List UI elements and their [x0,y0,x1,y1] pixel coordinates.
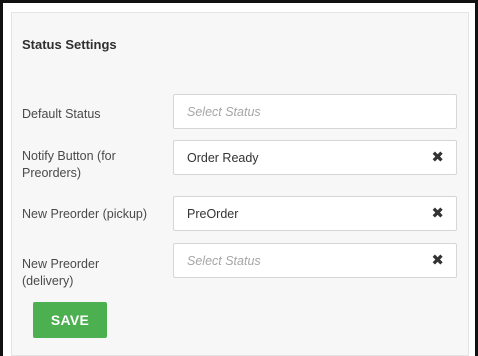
notify-button-label: Notify Button (for Preorders) [22,149,116,180]
save-button[interactable]: SAVE [33,302,107,338]
new-preorder-delivery-label: New Preorder (delivery) [22,257,100,288]
panel-title: Status Settings [22,37,117,52]
default-status-select[interactable]: Select Status [173,94,457,129]
notify-button-select[interactable]: Order Ready ✖ [173,140,457,175]
default-status-placeholder: Select Status [187,105,261,119]
new-preorder-delivery-select[interactable]: Select Status ✖ [173,243,457,278]
new-preorder-pickup-label: New Preorder (pickup) [22,207,148,221]
close-icon[interactable]: ✖ [431,150,444,165]
notify-button-value: Order Ready [187,151,259,165]
close-icon[interactable]: ✖ [431,206,444,221]
new-preorder-pickup-value: PreOrder [187,207,239,221]
close-icon[interactable]: ✖ [431,253,444,268]
default-status-label: Default Status [22,107,101,121]
new-preorder-pickup-select[interactable]: PreOrder ✖ [173,196,457,231]
new-preorder-delivery-placeholder: Select Status [187,254,261,268]
